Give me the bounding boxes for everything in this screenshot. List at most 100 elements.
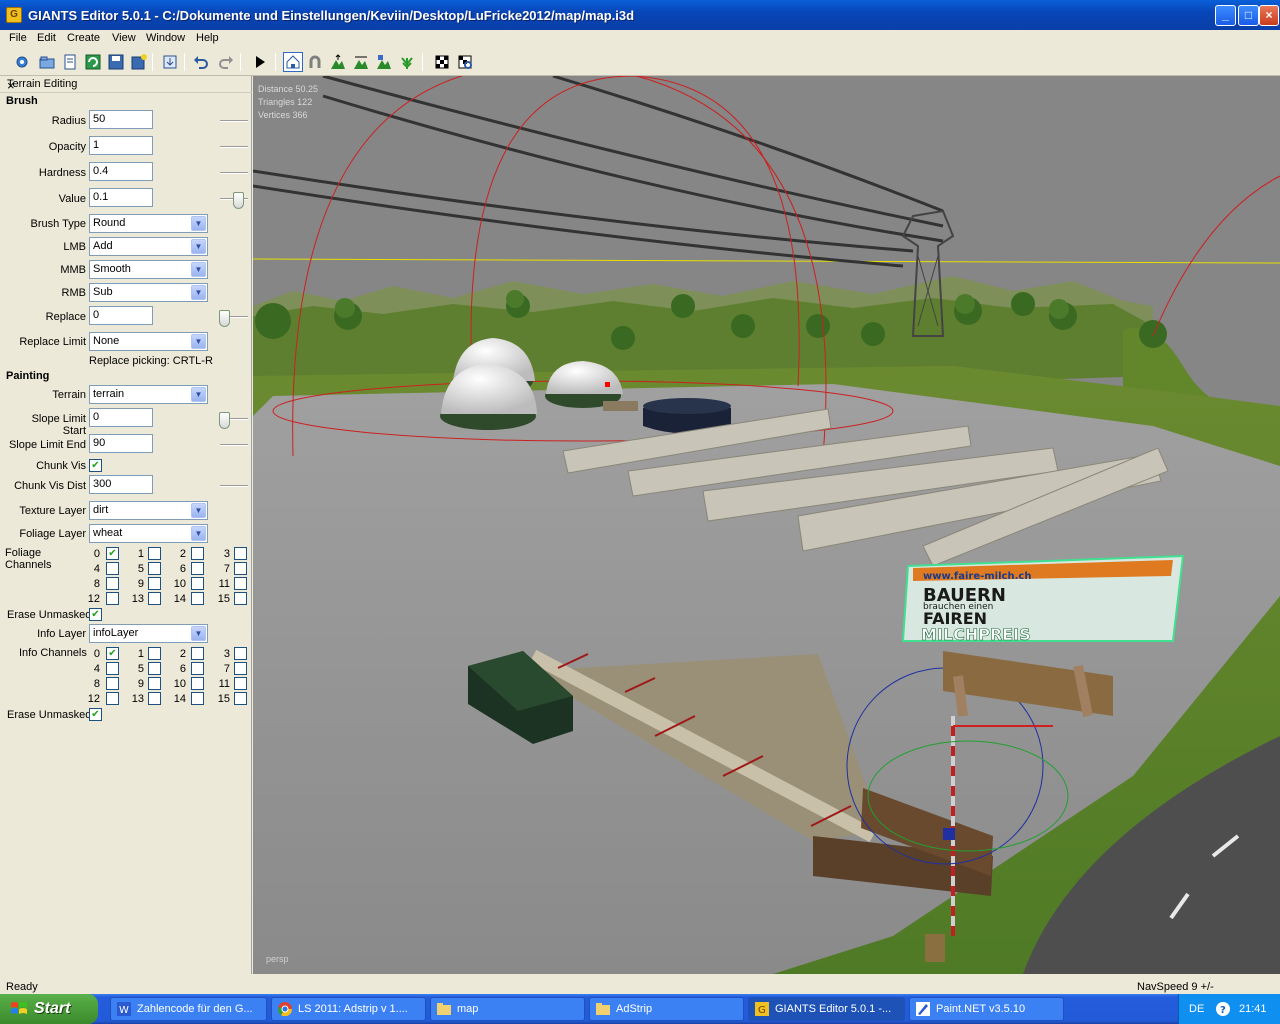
channel-checkbox[interactable] xyxy=(148,692,161,705)
menu-window[interactable]: Window xyxy=(146,32,185,44)
task-chrome[interactable]: LS 2011: Adstrip v 1.... xyxy=(271,997,426,1021)
channel-checkbox[interactable] xyxy=(191,547,204,560)
channel-checkbox[interactable] xyxy=(191,692,204,705)
value-slider-thumb[interactable] xyxy=(233,192,244,209)
minimize-button[interactable]: _ xyxy=(1215,5,1236,26)
channel-checkbox[interactable]: ✔ xyxy=(106,547,119,560)
play-icon[interactable] xyxy=(250,52,270,72)
slope-end-input[interactable]: 90 xyxy=(89,434,153,453)
channel-checkbox[interactable]: ✔ xyxy=(106,647,119,660)
refresh-icon[interactable] xyxy=(83,52,103,72)
chevron-down-icon[interactable]: ▼ xyxy=(191,239,206,254)
maximize-button[interactable]: □ xyxy=(1238,5,1259,26)
chevron-down-icon[interactable]: ▼ xyxy=(191,387,206,402)
channel-checkbox[interactable] xyxy=(234,662,247,675)
radius-slider[interactable] xyxy=(220,120,248,122)
channel-checkbox[interactable] xyxy=(234,577,247,590)
chevron-down-icon[interactable]: ▼ xyxy=(191,334,206,349)
help-icon[interactable]: ? xyxy=(1215,1001,1231,1017)
radius-input[interactable]: 50 xyxy=(89,110,153,129)
task-word[interactable]: W Zahlencode für den G... xyxy=(110,997,267,1021)
channel-checkbox[interactable] xyxy=(148,662,161,675)
chunk-vis-dist-slider[interactable] xyxy=(220,485,248,487)
terrain-paint-icon[interactable] xyxy=(374,52,394,72)
start-button[interactable]: Start xyxy=(0,994,98,1024)
task-giants-editor[interactable]: G GIANTS Editor 5.0.1 -... xyxy=(748,997,905,1021)
open-icon[interactable] xyxy=(37,52,57,72)
hardness-input[interactable]: 0.4 xyxy=(89,162,153,181)
chevron-down-icon[interactable]: ▼ xyxy=(191,285,206,300)
document-icon[interactable] xyxy=(60,52,80,72)
channel-checkbox[interactable] xyxy=(191,577,204,590)
channel-checkbox[interactable] xyxy=(191,562,204,575)
undo-icon[interactable] xyxy=(191,52,211,72)
menu-view[interactable]: View xyxy=(112,32,136,44)
save-icon[interactable] xyxy=(106,52,126,72)
channel-checkbox[interactable] xyxy=(148,592,161,605)
terrain-smooth-icon[interactable] xyxy=(351,52,371,72)
chevron-down-icon[interactable]: ▼ xyxy=(191,626,206,641)
magnet-icon[interactable] xyxy=(305,52,325,72)
channel-checkbox[interactable] xyxy=(234,592,247,605)
channel-checkbox[interactable] xyxy=(191,662,204,675)
terrain-raise-icon[interactable] xyxy=(328,52,348,72)
channel-checkbox[interactable] xyxy=(106,592,119,605)
foliage-icon[interactable] xyxy=(397,52,417,72)
lmb-select[interactable]: Add ▼ xyxy=(89,237,208,256)
erase-unmasked-checkbox[interactable]: ✔ xyxy=(89,608,102,621)
chevron-down-icon[interactable]: ▼ xyxy=(191,526,206,541)
channel-checkbox[interactable] xyxy=(106,662,119,675)
import-icon[interactable] xyxy=(160,52,180,72)
channel-checkbox[interactable] xyxy=(148,647,161,660)
channel-checkbox[interactable] xyxy=(148,562,161,575)
rmb-select[interactable]: Sub ▼ xyxy=(89,283,208,302)
channel-checkbox[interactable] xyxy=(148,677,161,690)
slope-end-slider[interactable] xyxy=(220,444,248,446)
task-paintnet[interactable]: Paint.NET v3.5.10 xyxy=(909,997,1064,1021)
replace-input[interactable]: 0 xyxy=(89,306,153,325)
new-icon[interactable] xyxy=(12,52,32,72)
checker-icon[interactable] xyxy=(432,52,452,72)
chevron-down-icon[interactable]: ▼ xyxy=(191,503,206,518)
chunk-vis-dist-input[interactable]: 300 xyxy=(89,475,153,494)
task-map-folder[interactable]: map xyxy=(430,997,585,1021)
channel-checkbox[interactable] xyxy=(148,547,161,560)
channel-checkbox[interactable] xyxy=(191,592,204,605)
task-adstrip-folder[interactable]: AdStrip xyxy=(589,997,744,1021)
replace-slider-thumb[interactable] xyxy=(219,310,230,327)
slope-start-slider-thumb[interactable] xyxy=(219,412,230,429)
panel-close-button[interactable]: × xyxy=(7,78,15,93)
chevron-down-icon[interactable]: ▼ xyxy=(191,262,206,277)
menu-edit[interactable]: Edit xyxy=(37,32,56,44)
channel-checkbox[interactable] xyxy=(106,677,119,690)
chevron-down-icon[interactable]: ▼ xyxy=(191,216,206,231)
menu-help[interactable]: Help xyxy=(196,32,219,44)
channel-checkbox[interactable] xyxy=(106,692,119,705)
language-indicator[interactable]: DE xyxy=(1189,1003,1204,1015)
channel-checkbox[interactable] xyxy=(191,647,204,660)
chunk-vis-checkbox[interactable]: ✔ xyxy=(89,459,102,472)
value-input[interactable]: 0.1 xyxy=(89,188,153,207)
channel-checkbox[interactable] xyxy=(106,577,119,590)
save-as-icon[interactable] xyxy=(129,52,149,72)
mmb-select[interactable]: Smooth ▼ xyxy=(89,260,208,279)
menu-file[interactable]: File xyxy=(9,32,27,44)
slope-start-input[interactable]: 0 xyxy=(89,408,153,427)
hardness-slider[interactable] xyxy=(220,172,248,174)
channel-checkbox[interactable] xyxy=(234,677,247,690)
close-button[interactable]: × xyxy=(1259,5,1279,26)
checker-search-icon[interactable] xyxy=(455,52,475,72)
info-layer-select[interactable]: infoLayer ▼ xyxy=(89,624,208,643)
channel-checkbox[interactable] xyxy=(148,577,161,590)
opacity-input[interactable]: 1 xyxy=(89,136,153,155)
channel-checkbox[interactable] xyxy=(234,547,247,560)
channel-checkbox[interactable] xyxy=(234,692,247,705)
texture-layer-select[interactable]: dirt ▼ xyxy=(89,501,208,520)
brush-type-select[interactable]: Round ▼ xyxy=(89,214,208,233)
erase-unmasked2-checkbox[interactable]: ✔ xyxy=(89,708,102,721)
channel-checkbox[interactable] xyxy=(234,647,247,660)
channel-checkbox[interactable] xyxy=(106,562,119,575)
terrain-select[interactable]: terrain ▼ xyxy=(89,385,208,404)
menu-create[interactable]: Create xyxy=(67,32,100,44)
redo-icon[interactable] xyxy=(216,52,236,72)
